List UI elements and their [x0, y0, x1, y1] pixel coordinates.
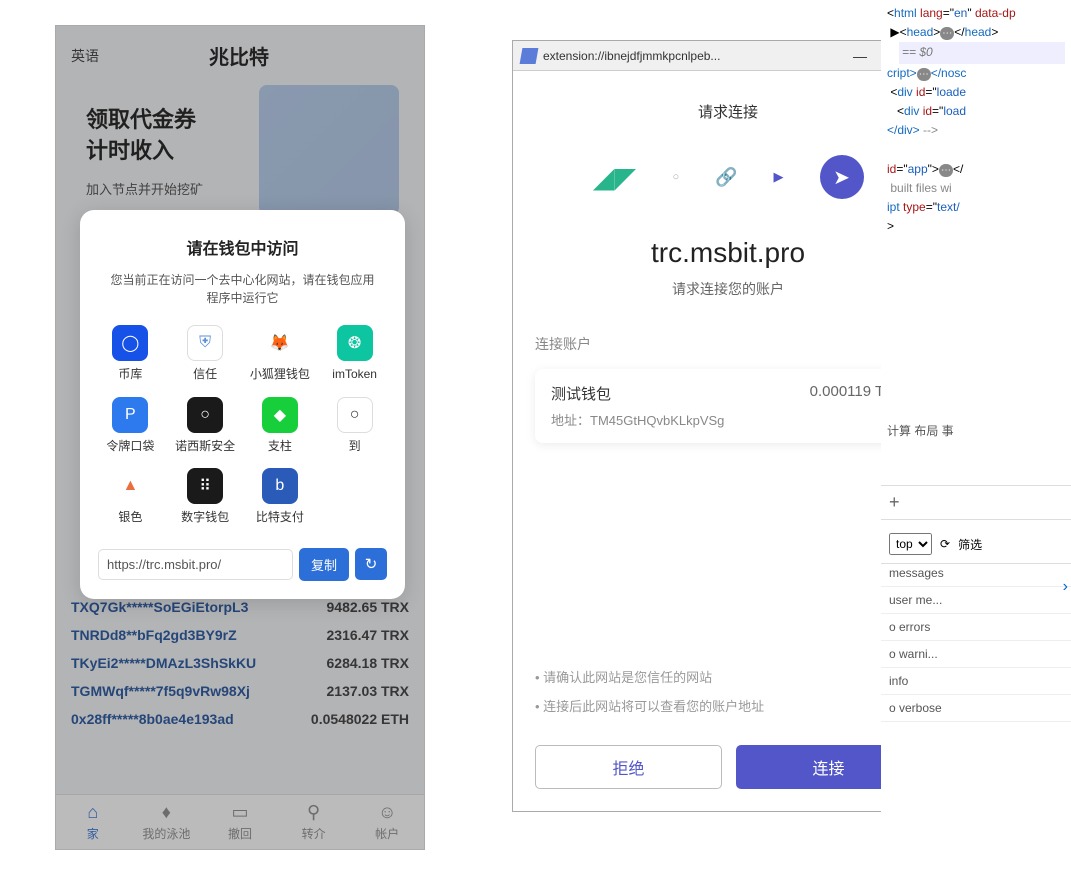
wallet-label: 令牌口袋 [106, 439, 154, 455]
warning-notes: • 请确认此网站是您信任的网站 • 连接后此网站将可以查看您的账户地址 [513, 443, 943, 745]
window-titlebar: extension://ibnejdfjmmkpcnlpeb... — ☐ ✕ [513, 41, 943, 71]
console-filter-row[interactable]: o errors [881, 614, 1071, 641]
wallet-label: 比特支付 [256, 510, 304, 526]
url-display: https://trc.msbit.pro/ [98, 549, 293, 580]
wallet-label: 支柱 [268, 439, 292, 455]
wallet-label: 到 [349, 439, 361, 455]
devtools-panel: <html lang="en" data-dp ▶<head>⋯</head> … [881, 0, 1071, 872]
wallet-icon: ❂ [337, 325, 373, 361]
filter-label: 筛选 [958, 536, 982, 553]
minimize-button[interactable]: — [845, 48, 875, 64]
link-icon: 🔗 [715, 167, 737, 188]
console-filter-row[interactable]: user me... [881, 587, 1071, 614]
arrow-icon: ▶ [774, 169, 784, 185]
console-filter-row[interactable]: messages [881, 560, 1071, 587]
wallet-option[interactable]: ❂ imToken [322, 325, 387, 383]
site-icon: ◢◤ [592, 155, 636, 199]
note-2: • 连接后此网站将可以查看您的账户地址 [535, 696, 921, 715]
wallet-icon: ◯ [112, 325, 148, 361]
refresh-icon[interactable]: ⟳ [940, 537, 950, 551]
extension-popup: extension://ibnejdfjmmkpcnlpeb... — ☐ ✕ … [512, 40, 944, 812]
account-address: 地址：TM45GtHQvbKLkpVSg [551, 410, 905, 429]
console-messages: messagesuser me...o errorso warni...info… [881, 560, 1071, 722]
requesting-domain: trc.msbit.pro [513, 237, 943, 269]
console-filter-row[interactable]: info [881, 668, 1071, 695]
wallet-label: 诺西斯安全 [175, 439, 235, 455]
extension-icon [520, 48, 539, 64]
wallet-label: 银色 [118, 510, 142, 526]
account-name: 测试钱包 [551, 383, 611, 404]
wallet-option[interactable]: ◯ 币库 [98, 325, 163, 383]
request-subtitle: 请求连接您的账户 [513, 279, 943, 299]
refresh-button[interactable]: ↻ [355, 548, 387, 580]
wallet-option[interactable]: ◆ 支柱 [248, 397, 313, 455]
connection-diagram: ◢◤ ○ 🔗 ▶ ➤ [513, 142, 943, 212]
wallet-option[interactable]: ○ 诺西斯安全 [173, 397, 238, 455]
wallet-icon: P [112, 397, 148, 433]
console-filter-row[interactable]: o verbose [881, 695, 1071, 722]
wallet-option[interactable]: ⛨ 信任 [173, 325, 238, 383]
wallet-option[interactable]: ▲ 银色 [98, 468, 163, 526]
expand-arrow[interactable]: › [1060, 575, 1071, 599]
reject-button[interactable]: 拒绝 [535, 745, 722, 789]
wallet-option[interactable]: P 令牌口袋 [98, 397, 163, 455]
wallet-icon: ▲ [112, 468, 148, 504]
wallet-label: 小狐狸钱包 [250, 367, 310, 383]
add-rule-button[interactable]: + [881, 485, 1071, 520]
wallet-icon: ○ [187, 397, 223, 433]
dot-icon: ○ [672, 171, 679, 183]
selected-indicator: == $0 [899, 42, 1065, 63]
modal-subtitle: 您当前正在访问一个去中心化网站，请在钱包应用程序中运行它 [98, 271, 387, 325]
wallet-option[interactable]: ⠿ 数字钱包 [173, 468, 238, 526]
wallet-icon: ⛨ [187, 325, 223, 361]
wallet-option[interactable]: 🦊 小狐狸钱包 [248, 325, 313, 383]
extension-url: extension://ibnejdfjmmkpcnlpeb... [543, 49, 845, 63]
wallet-icon: ◆ [262, 397, 298, 433]
wallet-label: 数字钱包 [181, 510, 229, 526]
wallet-icon: b [262, 468, 298, 504]
modal-title: 请在钱包中访问 [98, 235, 387, 259]
wallet-connect-modal: 请在钱包中访问 您当前正在访问一个去中心化网站，请在钱包应用程序中运行它 ◯ 币库… [80, 210, 405, 599]
wallet-label: 币库 [118, 367, 142, 383]
request-header: 请求连接 [513, 71, 943, 142]
wallet-option[interactable]: b 比特支付 [248, 468, 313, 526]
console-filter-row[interactable]: o warni... [881, 641, 1071, 668]
wallet-label: imToken [332, 367, 377, 383]
wallet-icon: 🦊 [262, 325, 298, 361]
wallet-icon: ⠿ [187, 468, 223, 504]
wallet-grid: ◯币库⛨信任🦊小狐狸钱包❂imTokenP令牌口袋○诺西斯安全◆支柱○到▲银色⠿… [98, 325, 387, 526]
wallet-label: 信任 [193, 367, 217, 383]
note-1: • 请确认此网站是您信任的网站 [535, 667, 921, 686]
styles-tabs[interactable]: 计算 布局 事 [881, 418, 1071, 443]
context-select[interactable]: top [889, 533, 932, 555]
account-card[interactable]: 测试钱包 0.000119 TRX 地址：TM45GtHQvbKLkpVSg [535, 369, 921, 443]
copy-button[interactable]: 复制 [299, 548, 349, 581]
wallet-icon: ➤ [820, 155, 864, 199]
wallet-icon: ○ [337, 397, 373, 433]
section-label: 连接账户 [513, 299, 943, 369]
elements-tree[interactable]: <html lang="en" data-dp ▶<head>⋯</head> … [881, 0, 1071, 240]
wallet-option[interactable]: ○到 [322, 397, 387, 455]
console-filter[interactable]: top ⟳ 筛选 [881, 525, 1071, 564]
